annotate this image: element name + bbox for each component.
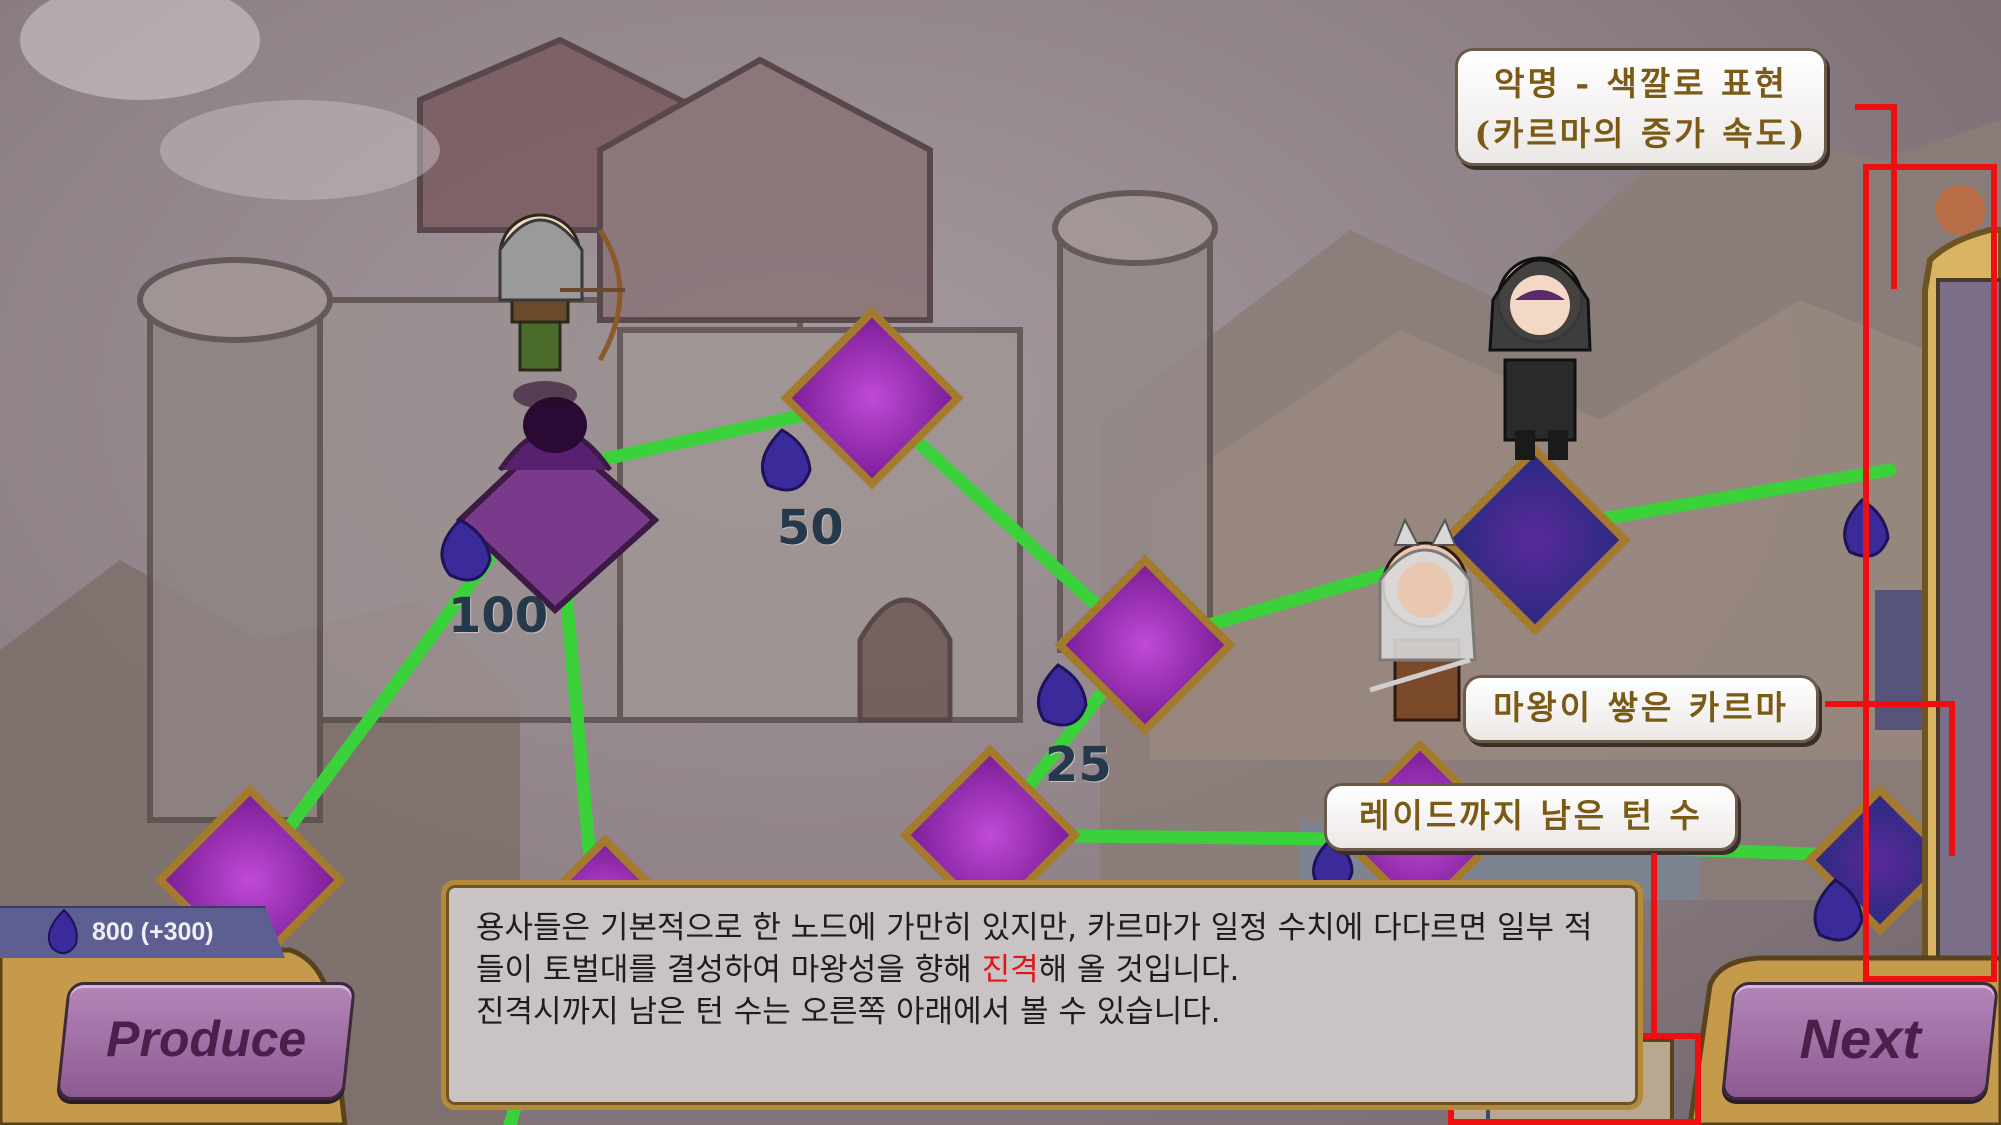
next-button-label: Next (1799, 1007, 1921, 1070)
annotation-infamy-line1: 악명 - 색깔로 표현 (1494, 64, 1788, 103)
tutorial-highlight-word: 진격 (981, 952, 1039, 988)
annotation-infamy: 악명 - 색깔로 표현 (카르마의 증가 속도) (1455, 48, 1827, 166)
castle (20, 0, 1218, 823)
next-button[interactable]: Next (1720, 982, 2000, 1100)
node-cost-label: 25 (1045, 737, 1112, 793)
annotation-infamy-line2: (카르마의 증가 속도) (1474, 114, 1808, 153)
highlight-box-infamy-bar (1863, 164, 1997, 982)
annotation-demon-karma-text: 마왕이 쌓은 카르마 (1493, 688, 1789, 727)
annotation-demon-karma: 마왕이 쌓은 카르마 (1463, 675, 1819, 743)
tutorial-dialog[interactable]: 용사들은 기본적으로 한 노드에 가만히 있지만, 카르마가 일정 수치에 다다… (441, 880, 1643, 1110)
tutorial-text-part3: 진격시까지 남은 턴 수는 오른쪽 아래에서 볼 수 있습니다. (476, 994, 1221, 1030)
annotation-turns-left: 레이드까지 남은 턴 수 (1324, 783, 1738, 851)
produce-button[interactable]: Produce (55, 982, 357, 1100)
node-cost-label: 50 (777, 500, 844, 556)
game-screen: 100 50 25 50 악명 - 색깔로 표현 (카르마의 증가 속도) 마왕… (0, 0, 2001, 1125)
produce-button-label: Produce (106, 1011, 307, 1067)
connector-infamy (1891, 104, 1897, 289)
connector-demon-karma (1825, 701, 1955, 707)
karma-drop-icon (48, 908, 78, 955)
tutorial-text-part2: 해 올 것입니다. (1038, 952, 1240, 988)
karma-drop-icon (1036, 663, 1088, 727)
connector-turns-left (1651, 853, 1657, 1036)
annotation-turns-left-text: 레이드까지 남은 턴 수 (1359, 796, 1703, 835)
karma-amount: 800 (+300) (92, 918, 214, 946)
connector-demon-karma (1949, 701, 1955, 856)
node-cost-label: 100 (448, 588, 549, 644)
tutorial-text: 용사들은 기본적으로 한 노드에 가만히 있지만, 카르마가 일정 수치에 다다… (476, 907, 1616, 1033)
hero-hooded-assassin (1488, 256, 1592, 460)
